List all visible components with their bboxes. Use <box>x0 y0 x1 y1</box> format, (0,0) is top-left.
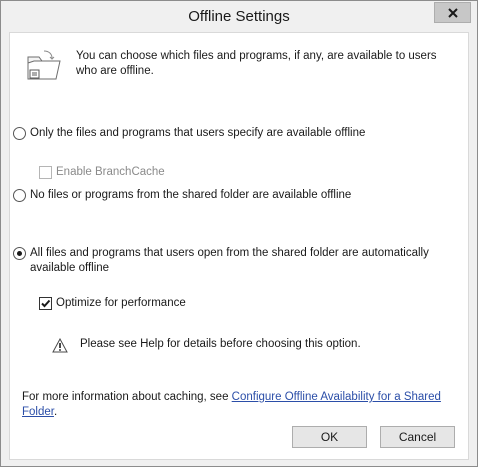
none-offline-label: No files or programs from the shared fol… <box>30 189 352 201</box>
all-automatic-radio[interactable] <box>13 247 26 260</box>
ok-button[interactable]: OK <box>292 426 367 448</box>
none-offline-radio[interactable] <box>13 189 26 202</box>
optimize-checkbox[interactable] <box>39 297 52 310</box>
caching-info-suffix: . <box>53 406 58 418</box>
warning-icon <box>52 338 68 353</box>
close-button[interactable] <box>434 2 471 23</box>
caching-info: For more information about caching, see … <box>22 390 462 420</box>
offline-settings-dialog: Offline Settings You can choose which fi… <box>0 0 478 467</box>
option-all-automatic[interactable]: All files and programs that users open f… <box>13 246 458 276</box>
title-bar: Offline Settings <box>1 1 477 32</box>
user-specified-label: Only the files and programs that users s… <box>30 127 366 139</box>
info-description: You can choose which files and programs,… <box>76 50 437 77</box>
optimize-label: Optimize for performance <box>56 297 186 309</box>
warning-text: Please see Help for details before choos… <box>80 338 361 350</box>
branchcache-checkbox <box>39 166 52 179</box>
dialog-title: Offline Settings <box>188 8 290 25</box>
option-optimize-performance[interactable]: Optimize for performance <box>39 296 186 311</box>
checkmark-icon <box>41 299 51 308</box>
option-none-offline[interactable]: No files or programs from the shared fol… <box>13 188 351 203</box>
branchcache-label: Enable BranchCache <box>56 166 165 178</box>
settings-panel: You can choose which files and programs,… <box>9 32 469 460</box>
all-automatic-label: All files and programs that users open f… <box>30 247 429 274</box>
option-enable-branchcache: Enable BranchCache <box>39 165 165 180</box>
cancel-button[interactable]: Cancel <box>380 426 455 448</box>
user-specified-radio[interactable] <box>13 127 26 140</box>
close-icon <box>447 7 458 18</box>
caching-info-text: For more information about caching, see <box>22 391 232 403</box>
option-user-specified[interactable]: Only the files and programs that users s… <box>13 126 365 141</box>
offline-folder-icon <box>27 50 61 80</box>
